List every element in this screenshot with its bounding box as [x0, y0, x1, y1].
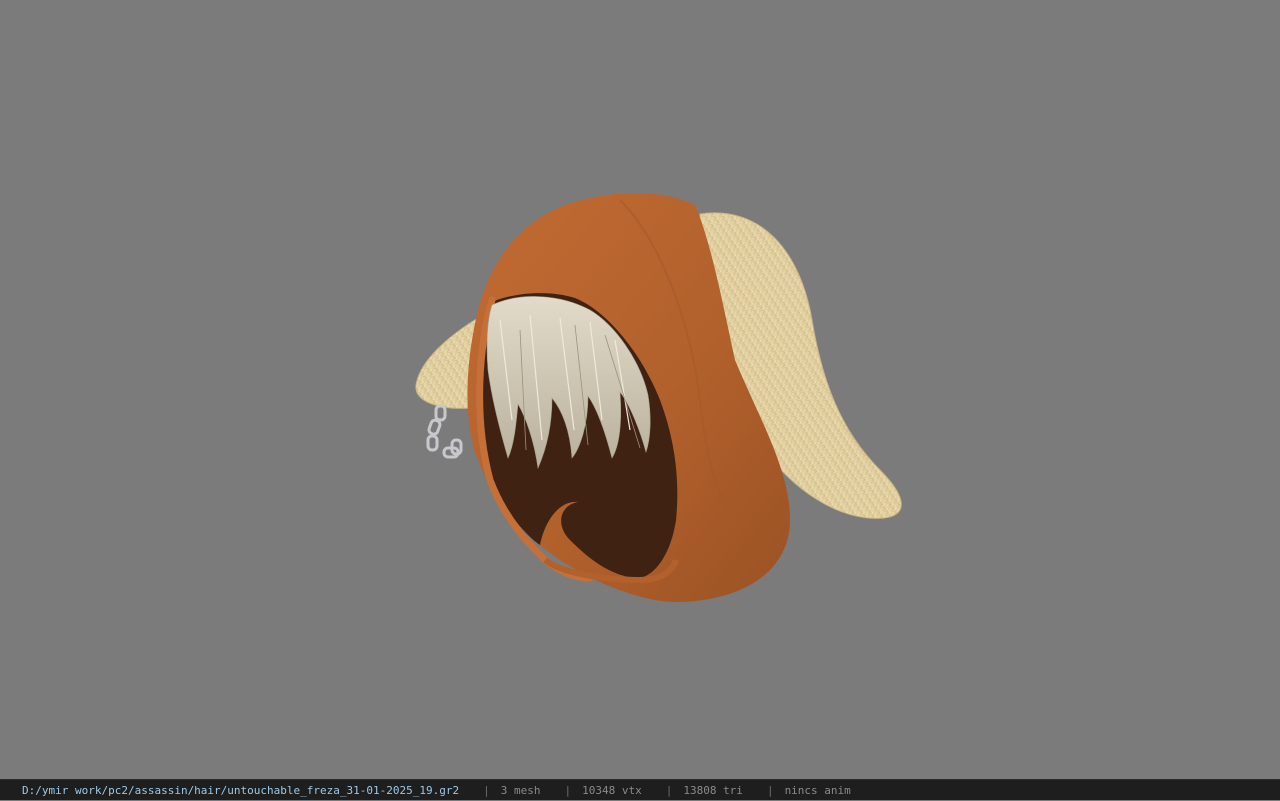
3d-viewport[interactable]: [0, 0, 1280, 779]
chain: [426, 404, 463, 459]
triangle-count: 13808 tri: [683, 783, 743, 797]
separator: |: [483, 783, 490, 797]
status-bar: D:/ymir work/pc2/assassin/hair/untouchab…: [0, 779, 1280, 800]
file-path: D:/ymir work/pc2/assassin/hair/untouchab…: [22, 783, 460, 797]
separator: |: [665, 783, 673, 797]
vertex-count: 10348 vtx: [582, 783, 642, 797]
hair-model[interactable]: [0, 0, 1280, 779]
animation-status: nincs anim: [784, 783, 851, 797]
separator: |: [564, 783, 572, 797]
mesh-count: 3 mesh: [500, 783, 541, 797]
separator: |: [766, 783, 774, 797]
